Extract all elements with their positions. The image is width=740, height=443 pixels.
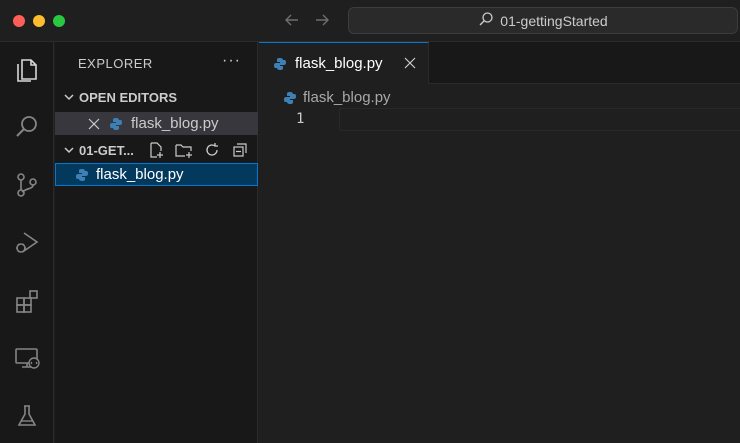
file-tree-filename: flask_blog.py — [96, 166, 184, 183]
folder-section[interactable]: 01-GET... — [55, 139, 258, 161]
editor-area: flask_blog.py flask_blog.py 1 — [259, 42, 740, 443]
breadcrumb-filename: flask_blog.py — [303, 89, 391, 106]
explorer-title: EXPLORER — [78, 56, 153, 71]
run-debug-icon[interactable] — [0, 218, 54, 266]
chevron-down-icon — [59, 144, 79, 156]
refresh-icon[interactable] — [200, 139, 224, 161]
line-number: 1 — [296, 111, 305, 127]
activity-bar — [0, 42, 54, 443]
title-bar: 01-gettingStarted — [0, 0, 740, 42]
more-actions-icon[interactable]: ··· — [222, 52, 241, 70]
forward-arrow-icon[interactable] — [311, 9, 333, 31]
chevron-down-icon — [59, 91, 79, 103]
open-editor-item[interactable]: flask_blog.py — [55, 112, 258, 135]
python-file-icon — [75, 168, 89, 182]
python-file-icon — [283, 91, 297, 105]
minimize-window-button[interactable] — [33, 15, 45, 27]
new-file-icon[interactable] — [144, 139, 168, 161]
source-control-icon[interactable] — [0, 161, 54, 209]
python-file-icon — [273, 57, 287, 71]
explorer-icon[interactable] — [0, 46, 54, 94]
folder-toolbar — [144, 139, 252, 161]
command-center-text: 01-gettingStarted — [500, 12, 608, 29]
command-center-search[interactable]: 01-gettingStarted — [348, 7, 738, 34]
search-icon[interactable] — [0, 103, 54, 151]
python-file-icon — [109, 117, 123, 131]
folder-label: 01-GET... — [79, 142, 134, 158]
maximize-window-button[interactable] — [53, 15, 65, 27]
tab-bar: flask_blog.py — [259, 42, 740, 84]
breadcrumb[interactable]: flask_blog.py — [283, 89, 391, 106]
explorer-sidebar: EXPLORER ··· OPEN EDITORS flask_blog.py … — [55, 42, 258, 443]
remote-explorer-icon[interactable] — [0, 334, 54, 382]
collapse-all-icon[interactable] — [228, 139, 252, 161]
close-icon[interactable] — [87, 118, 101, 130]
open-editor-filename: flask_blog.py — [131, 115, 219, 132]
new-folder-icon[interactable] — [172, 139, 196, 161]
open-editors-label: OPEN EDITORS — [79, 89, 178, 105]
close-icon[interactable] — [402, 55, 418, 71]
extensions-icon[interactable] — [0, 277, 54, 325]
open-editors-section[interactable]: OPEN EDITORS — [55, 86, 258, 108]
editor-tab-flask-blog[interactable]: flask_blog.py — [259, 42, 429, 84]
search-icon — [478, 11, 494, 30]
tab-label: flask_blog.py — [295, 55, 383, 72]
file-tree-item[interactable]: flask_blog.py — [55, 163, 258, 186]
testing-icon[interactable] — [0, 392, 54, 440]
close-window-button[interactable] — [13, 15, 25, 27]
back-arrow-icon[interactable] — [281, 9, 303, 31]
code-editor-line[interactable] — [339, 108, 740, 131]
